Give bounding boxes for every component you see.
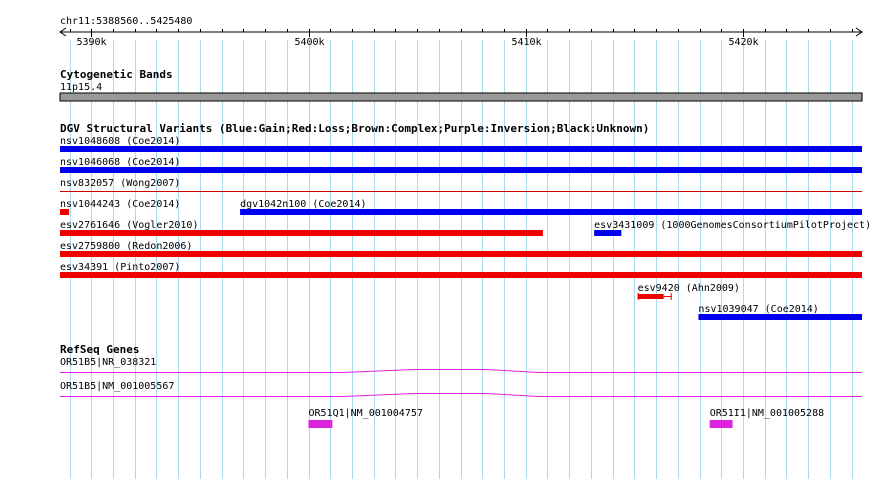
dgv-variant[interactable]: esv3431009 (1000GenomesConsortiumPilotPr… [594, 220, 871, 236]
dgv-variant-label: dgv1042n100 (Coe2014) [240, 199, 366, 210]
dgv-variant-label: esv34391 (Pinto2007) [60, 262, 180, 273]
region-label: chr11:5388560..5425480 [60, 16, 192, 27]
refseq-transcript[interactable]: OR51I1|NM_001005288 [709, 408, 824, 428]
dgv-variant-label: esv9420 (Ahn2009) [638, 283, 740, 294]
dgv-variant-label: nsv832057 (Wong2007) [60, 178, 180, 189]
cytoband-label: 11p15.4 [60, 82, 102, 93]
ruler-tick-label: 5400k [294, 37, 324, 48]
ruler-tick-label: 5420k [728, 37, 758, 48]
dgv-track-title: DGV Structural Variants (Blue:Gain;Red:L… [60, 122, 649, 135]
dgv-variant-label: esv3431009 (1000GenomesConsortiumPilotPr… [594, 220, 871, 231]
dgv-variant[interactable]: esv9420 (Ahn2009) [637, 283, 740, 300]
cytoband-track-title: Cytogenetic Bands [60, 68, 173, 81]
dgv-variant-bar[interactable] [637, 294, 664, 299]
dgv-variant-bar[interactable] [60, 167, 862, 173]
dgv-variant-bar[interactable] [60, 272, 862, 278]
dgv-variant-label: esv2759800 (Redon2006) [60, 241, 192, 252]
dgv-variant-bar[interactable] [60, 251, 862, 257]
dgv-variant-bar[interactable] [60, 146, 862, 152]
refseq-transcript-label: OR51B5|NM_001005567 [60, 381, 174, 392]
cytoband-bar[interactable] [59, 92, 863, 102]
dgv-variant-bar[interactable] [594, 230, 622, 236]
dgv-variant-label: nsv1044243 (Coe2014) [60, 199, 180, 210]
ruler-tick-label: 5390k [76, 37, 106, 48]
refseq-exon[interactable] [709, 420, 733, 428]
dgv-variant-bar[interactable] [698, 314, 862, 320]
dgv-variant-label: esv2761646 (Vogler2010) [60, 220, 198, 231]
dgv-features: nsv1048608 (Coe2014) nsv1046068 (Coe2014)… [60, 136, 871, 320]
refseq-transcript[interactable]: OR51Q1|NM_001004757 [308, 408, 423, 428]
dgv-variant-label: nsv1046068 (Coe2014) [60, 157, 180, 168]
ruler-tick-label: 5410k [511, 37, 541, 48]
refseq-transcript-label: OR51I1|NM_001005288 [710, 408, 824, 419]
dgv-variant[interactable]: nsv1039047 (Coe2014) [698, 304, 862, 320]
dgv-variant-bar[interactable] [60, 209, 70, 215]
refseq-transcript-label: OR51B5|NR_038321 [60, 357, 156, 368]
genome-browser-view: chr11:5388560..5425480 5390k 5400k 5410k 54… [59, 16, 871, 479]
dgv-variant-bar[interactable] [240, 209, 863, 215]
dgv-variant-bar[interactable] [60, 230, 543, 236]
dgv-variant[interactable]: esv2761646 (Vogler2010) [60, 220, 543, 236]
refseq-exon[interactable] [308, 420, 333, 428]
dgv-variant[interactable]: nsv1044243 (Coe2014) [60, 199, 180, 215]
dgv-variant[interactable]: dgv1042n100 (Coe2014) [240, 199, 863, 215]
dgv-variant-label: nsv1048608 (Coe2014) [60, 136, 180, 147]
dgv-track[interactable]: DGV Structural Variants (Blue:Gain;Red:L… [60, 122, 871, 320]
dgv-variant-label: nsv1039047 (Coe2014) [698, 304, 818, 315]
refseq-transcript-label: OR51Q1|NM_001004757 [309, 408, 423, 419]
refseq-track-title: RefSeq Genes [60, 343, 139, 356]
